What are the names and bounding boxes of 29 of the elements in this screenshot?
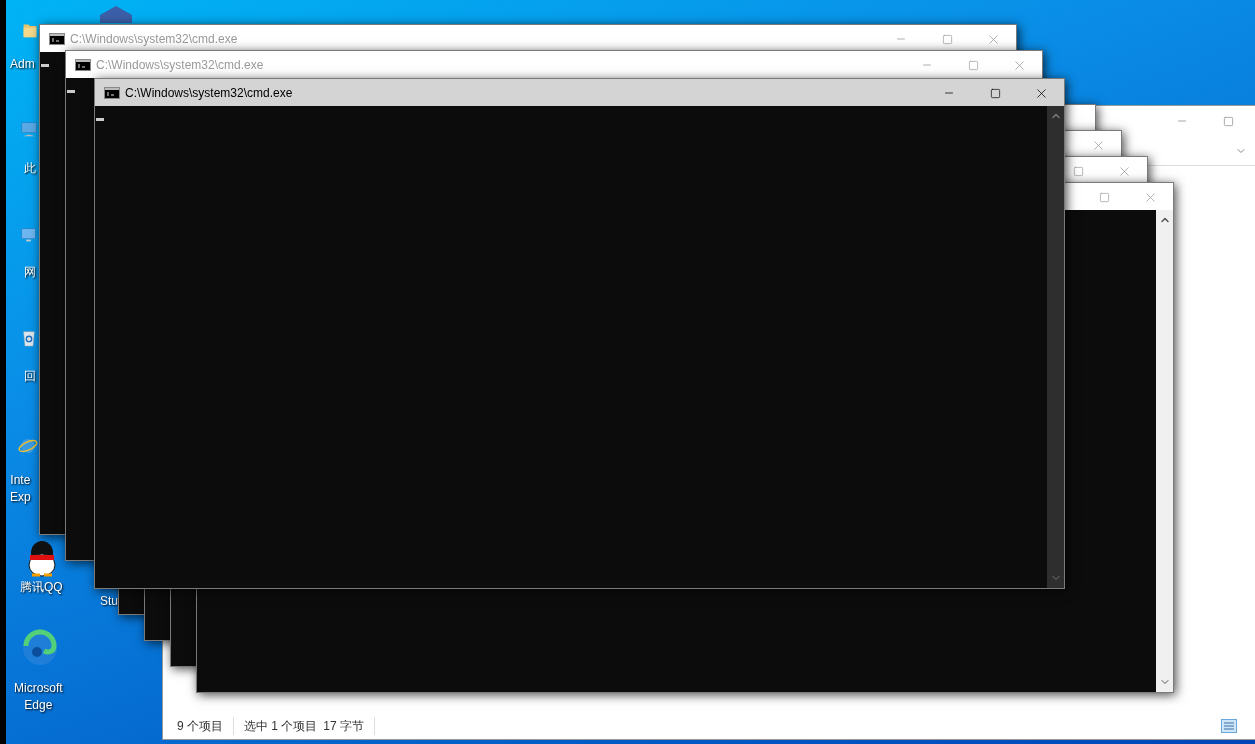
desktop-icon-label[interactable]: 回 xyxy=(24,368,36,385)
desktop-icon-label[interactable]: Inte Exp xyxy=(10,472,31,506)
console-icon xyxy=(75,58,91,71)
details-view-icon[interactable] xyxy=(1221,719,1237,733)
scrollbar[interactable] xyxy=(1156,210,1173,692)
text-cursor xyxy=(41,64,49,67)
window-title: C:\Windows\system32\cmd.exe xyxy=(96,56,264,74)
maximize-icon xyxy=(1222,115,1234,127)
desktop-icon-label[interactable]: 腾讯QQ xyxy=(20,579,63,596)
desktop-icon-label[interactable]: 此 xyxy=(24,160,36,177)
maximize-icon xyxy=(1098,191,1110,203)
console-icon xyxy=(49,32,65,45)
status-text: 9 个项目 xyxy=(177,717,234,735)
desktop-icon-label[interactable]: Microsoft Edge xyxy=(14,680,63,714)
maximize-icon xyxy=(967,59,979,71)
status-text: 选中 1 个项目 xyxy=(243,718,319,735)
desktop-icon-label[interactable]: 网 xyxy=(24,264,36,281)
window-title: C:\Windows\system32\cmd.exe xyxy=(125,84,293,102)
maximize-icon xyxy=(941,33,953,45)
text-cursor xyxy=(67,90,75,93)
console-icon xyxy=(104,86,120,99)
desktop-icon-label[interactable]: Adm xyxy=(10,56,35,73)
maximize-icon xyxy=(1072,165,1084,177)
desktop-icon-label[interactable]: Stu xyxy=(100,593,118,610)
scrollbar[interactable] xyxy=(1047,106,1064,588)
status-text: 17 字节 xyxy=(323,717,376,735)
window-title: C:\Windows\system32\cmd.exe xyxy=(70,30,238,48)
text-cursor xyxy=(96,118,104,121)
maximize-icon xyxy=(989,87,1001,99)
